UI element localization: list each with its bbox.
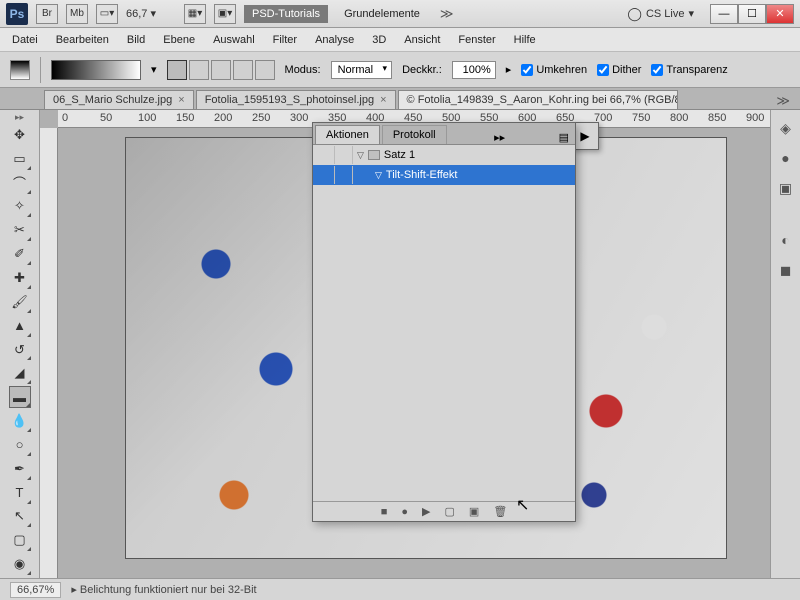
options-bar: ▾ Modus: Normal Deckkr.: 100%▸ Umkehren … bbox=[0, 52, 800, 88]
minibridge-button[interactable]: Mb bbox=[66, 4, 88, 24]
menu-bearbeiten[interactable]: Bearbeiten bbox=[56, 34, 109, 46]
new-action-icon[interactable]: ▣ bbox=[469, 505, 479, 518]
menu-hilfe[interactable]: Hilfe bbox=[514, 34, 536, 46]
dither-checkbox[interactable]: Dither bbox=[597, 64, 641, 76]
gradient-linear-button[interactable] bbox=[167, 60, 187, 80]
maximize-button[interactable]: ☐ bbox=[738, 4, 766, 24]
document-tab-row: 06_S_Mario Schulze.jpg× Fotolia_1595193_… bbox=[0, 88, 800, 110]
dock-icon[interactable]: ◼ bbox=[776, 260, 796, 280]
umkehren-checkbox[interactable]: Umkehren bbox=[521, 64, 587, 76]
modus-label: Modus: bbox=[285, 64, 321, 76]
tabs-overflow-icon[interactable]: ≫ bbox=[772, 93, 800, 109]
gradient-radial-button[interactable] bbox=[189, 60, 209, 80]
tab-aktionen[interactable]: Aktionen bbox=[315, 125, 380, 144]
zoom-display[interactable]: 66,7 ▾ bbox=[126, 7, 176, 20]
arrange-button[interactable]: ▦▾ bbox=[184, 4, 206, 24]
workspace-more-icon[interactable]: ≫ bbox=[436, 6, 458, 22]
gradient-preview[interactable] bbox=[51, 60, 141, 80]
dodge-tool[interactable]: ○ bbox=[9, 434, 31, 456]
actions-panel: Aktionen Protokoll ▸▸ ▤ ▽Satz 1 ▽Tilt-Sh… bbox=[312, 122, 576, 522]
ps-logo-icon: Ps bbox=[6, 3, 28, 25]
bridge-button[interactable]: Br bbox=[36, 4, 58, 24]
gradient-angle-button[interactable] bbox=[211, 60, 231, 80]
shape-tool[interactable]: ▢ bbox=[9, 529, 31, 551]
wand-tool[interactable]: ✧ bbox=[9, 196, 31, 218]
actions-list: ▽Satz 1 ▽Tilt-Shift-Effekt bbox=[313, 145, 575, 501]
menu-filter[interactable]: Filter bbox=[273, 34, 297, 46]
gradient-thumb-icon[interactable] bbox=[10, 60, 30, 80]
menu-fenster[interactable]: Fenster bbox=[458, 34, 495, 46]
trash-icon[interactable]: 🗑 bbox=[493, 505, 507, 518]
title-bar: Ps Br Mb ▭▾ 66,7 ▾ ▦▾ ▣▾ PSD-Tutorials G… bbox=[0, 0, 800, 28]
stamp-tool[interactable]: ▲ bbox=[9, 315, 31, 337]
panel-menu-icon[interactable]: ▤ bbox=[553, 131, 575, 144]
minimize-button[interactable]: — bbox=[710, 4, 738, 24]
menu-ansicht[interactable]: Ansicht bbox=[404, 34, 440, 46]
menu-bild[interactable]: Bild bbox=[127, 34, 145, 46]
stop-icon[interactable]: ■ bbox=[381, 506, 388, 518]
workspace-grundelemente[interactable]: Grundelemente bbox=[336, 5, 428, 23]
right-dock: ◈ ● ▣ ◐ ◼ bbox=[770, 110, 800, 578]
close-tab-icon[interactable]: × bbox=[178, 94, 184, 106]
panel-collapse-icon[interactable]: ▸▸ bbox=[488, 131, 511, 144]
viewmode-button[interactable]: ▭▾ bbox=[96, 4, 118, 24]
gradient-tool[interactable]: ▬ bbox=[9, 386, 31, 408]
deckkraft-chevron-icon[interactable]: ▸ bbox=[506, 63, 512, 76]
menu-datei[interactable]: Datei bbox=[12, 34, 38, 46]
document-tab[interactable]: © Fotolia_149839_S_Aaron_Kohr.ing bei 66… bbox=[398, 90, 678, 109]
crop-tool[interactable]: ✂ bbox=[9, 219, 31, 241]
eyedropper-tool[interactable]: ✐ bbox=[9, 243, 31, 265]
close-tab-icon[interactable]: × bbox=[380, 94, 386, 106]
move-tool[interactable]: ✥ bbox=[9, 124, 31, 146]
deckkraft-input[interactable]: 100% bbox=[452, 61, 496, 79]
screenmode-button[interactable]: ▣▾ bbox=[214, 4, 236, 24]
heal-tool[interactable]: ✚ bbox=[9, 267, 31, 289]
dock-icon[interactable]: ● bbox=[776, 148, 796, 168]
toolbox: ▸▸ ✥ ▭ ⌒ ✧ ✂ ✐ ✚ 🖌 ▲ ↺ ◢ ▬ 💧 ○ ✒ T ↖ ▢ ◉ bbox=[0, 110, 40, 578]
brush-tool[interactable]: 🖌 bbox=[9, 291, 31, 313]
blur-tool[interactable]: 💧 bbox=[9, 410, 31, 432]
workspace-psd-tutorials[interactable]: PSD-Tutorials bbox=[244, 5, 328, 23]
ruler-vertical bbox=[40, 128, 58, 578]
close-button[interactable]: ✕ bbox=[766, 4, 794, 24]
record-icon[interactable]: ● bbox=[401, 506, 408, 518]
status-zoom[interactable]: 66,67% bbox=[10, 582, 61, 598]
cs-live-icon: ◯ bbox=[627, 6, 642, 22]
action-row[interactable]: ▽Tilt-Shift-Effekt bbox=[313, 165, 575, 185]
dock-icon[interactable]: ◐ bbox=[776, 230, 796, 250]
marquee-tool[interactable]: ▭ bbox=[9, 148, 31, 170]
modus-select[interactable]: Normal bbox=[331, 61, 392, 79]
transparenz-checkbox[interactable]: Transparenz bbox=[651, 64, 727, 76]
lasso-tool[interactable]: ⌒ bbox=[9, 172, 31, 194]
gradient-diamond-button[interactable] bbox=[255, 60, 275, 80]
gradient-dropdown-icon[interactable]: ▾ bbox=[151, 63, 157, 76]
deckkraft-label: Deckkr.: bbox=[402, 64, 442, 76]
history-brush-tool[interactable]: ↺ bbox=[9, 339, 31, 361]
eraser-tool[interactable]: ◢ bbox=[9, 362, 31, 384]
action-set-row[interactable]: ▽Satz 1 bbox=[313, 145, 575, 165]
tab-protokoll[interactable]: Protokoll bbox=[382, 125, 447, 144]
actions-footer: ■ ● ▶ ▢ ▣ 🗑 bbox=[313, 501, 575, 521]
menu-auswahl[interactable]: Auswahl bbox=[213, 34, 255, 46]
status-message: ▸ Belichtung funktioniert nur bei 32-Bit bbox=[71, 583, 256, 596]
menu-3d[interactable]: 3D bbox=[372, 34, 386, 46]
path-tool[interactable]: ↖ bbox=[9, 506, 31, 528]
menu-analyse[interactable]: Analyse bbox=[315, 34, 354, 46]
menu-ebene[interactable]: Ebene bbox=[163, 34, 195, 46]
type-tool[interactable]: T bbox=[9, 482, 31, 504]
dock-icon[interactable]: ◈ bbox=[776, 118, 796, 138]
folder-icon bbox=[368, 150, 380, 160]
menu-bar: Datei Bearbeiten Bild Ebene Auswahl Filt… bbox=[0, 28, 800, 52]
status-bar: 66,67% ▸ Belichtung funktioniert nur bei… bbox=[0, 578, 800, 600]
pen-tool[interactable]: ✒ bbox=[9, 458, 31, 480]
dock-icon[interactable]: ▣ bbox=[776, 178, 796, 198]
3d-tool[interactable]: ◉ bbox=[9, 553, 31, 575]
new-set-icon[interactable]: ▢ bbox=[445, 505, 455, 518]
gradient-reflected-button[interactable] bbox=[233, 60, 253, 80]
cs-live-button[interactable]: ◯ CS Live ▾ bbox=[627, 6, 694, 22]
document-tab[interactable]: 06_S_Mario Schulze.jpg× bbox=[44, 90, 194, 109]
cs-live-label: CS Live bbox=[646, 8, 685, 20]
play-icon[interactable]: ▶ bbox=[422, 505, 430, 518]
document-tab[interactable]: Fotolia_1595193_S_photoinsel.jpg× bbox=[196, 90, 396, 109]
